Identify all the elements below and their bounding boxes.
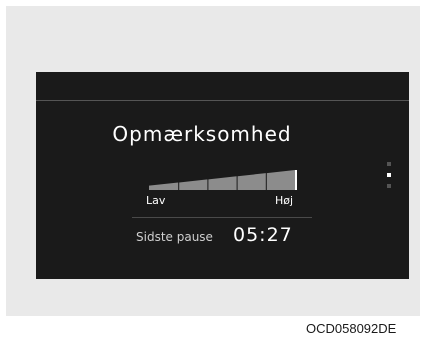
high-label: Høj <box>275 194 294 207</box>
low-label: Lav <box>146 194 166 207</box>
page-dot <box>387 184 391 188</box>
page-title: Opmærksomhed <box>112 122 292 146</box>
figure-reference-code: OCD058092DE <box>306 321 397 336</box>
page-dot <box>387 162 391 166</box>
level-segment <box>266 170 295 190</box>
last-pause-label: Sidste pause <box>136 230 213 244</box>
section-divider <box>132 217 312 218</box>
level-segment <box>149 182 179 190</box>
attention-level-meter <box>149 170 299 190</box>
cluster-display: Opmærksomhed Lav Høj Sidste pause 05:27 <box>36 72 409 279</box>
page-dot-active <box>387 173 391 177</box>
level-segment <box>208 176 237 190</box>
level-segment <box>179 179 208 190</box>
header-divider <box>36 100 409 101</box>
last-pause-value: 05:27 <box>233 224 293 246</box>
level-segment <box>237 173 266 190</box>
page-indicator <box>386 162 394 194</box>
